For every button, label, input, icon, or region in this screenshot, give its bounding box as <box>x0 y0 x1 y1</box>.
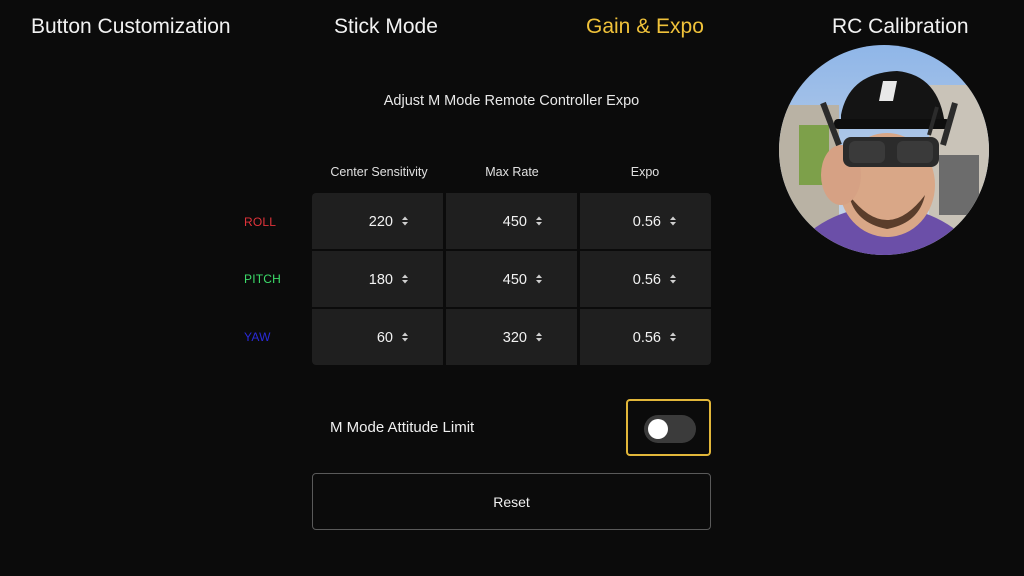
yaw-max-rate-stepper[interactable]: 320 <box>446 309 577 365</box>
tab-rc-calibration[interactable]: RC Calibration <box>832 15 969 39</box>
row-label-pitch: PITCH <box>244 272 281 286</box>
up-down-caret-icon <box>534 215 544 227</box>
reset-button-label: Reset <box>493 494 530 510</box>
pitch-max-rate-stepper[interactable]: 450 <box>446 251 577 307</box>
tab-button-customization[interactable]: Button Customization <box>31 15 231 39</box>
value-text: 0.56 <box>632 272 661 288</box>
value-text: 320 <box>502 330 527 346</box>
up-down-caret-icon <box>534 331 544 343</box>
value-text: 180 <box>368 272 393 288</box>
tab-gain-expo[interactable]: Gain & Expo <box>586 15 704 39</box>
up-down-caret-icon <box>668 215 678 227</box>
toggle-knob <box>648 419 668 439</box>
value-text: 60 <box>376 330 393 346</box>
reset-button[interactable]: Reset <box>312 473 711 530</box>
up-down-caret-icon <box>668 331 678 343</box>
column-header-expo: Expo <box>630 165 660 179</box>
tab-stick-mode[interactable]: Stick Mode <box>334 15 438 39</box>
value-text: 0.56 <box>632 330 661 346</box>
expo-value-grid: 220 450 0.56 180 450 0.56 60 320 0.56 <box>312 193 711 365</box>
up-down-caret-icon <box>400 215 410 227</box>
attitude-limit-label: M Mode Attitude Limit <box>330 419 475 436</box>
up-down-caret-icon <box>400 273 410 285</box>
attitude-limit-toggle[interactable] <box>644 415 696 443</box>
row-label-roll: ROLL <box>244 215 277 229</box>
value-text: 450 <box>502 272 527 288</box>
up-down-caret-icon <box>400 331 410 343</box>
yaw-center-sensitivity-stepper[interactable]: 60 <box>312 309 443 365</box>
gain-expo-screen: Button Customization Stick Mode Gain & E… <box>0 0 1024 576</box>
presenter-webcam-image <box>779 45 989 255</box>
value-text: 220 <box>368 214 393 230</box>
presenter-webcam-overlay <box>779 45 989 255</box>
pitch-expo-stepper[interactable]: 0.56 <box>580 251 711 307</box>
expo-section-title: Adjust M Mode Remote Controller Expo <box>383 93 640 109</box>
roll-max-rate-stepper[interactable]: 450 <box>446 193 577 249</box>
roll-expo-stepper[interactable]: 0.56 <box>580 193 711 249</box>
up-down-caret-icon <box>534 273 544 285</box>
pitch-center-sensitivity-stepper[interactable]: 180 <box>312 251 443 307</box>
value-text: 450 <box>502 214 527 230</box>
yaw-expo-stepper[interactable]: 0.56 <box>580 309 711 365</box>
up-down-caret-icon <box>668 273 678 285</box>
row-label-yaw: YAW <box>244 330 271 344</box>
column-header-max-rate: Max Rate <box>485 165 539 179</box>
column-header-center-sensitivity: Center Sensitivity <box>330 165 428 179</box>
value-text: 0.56 <box>632 214 661 230</box>
roll-center-sensitivity-stepper[interactable]: 220 <box>312 193 443 249</box>
attitude-limit-toggle-focus[interactable] <box>626 399 711 456</box>
